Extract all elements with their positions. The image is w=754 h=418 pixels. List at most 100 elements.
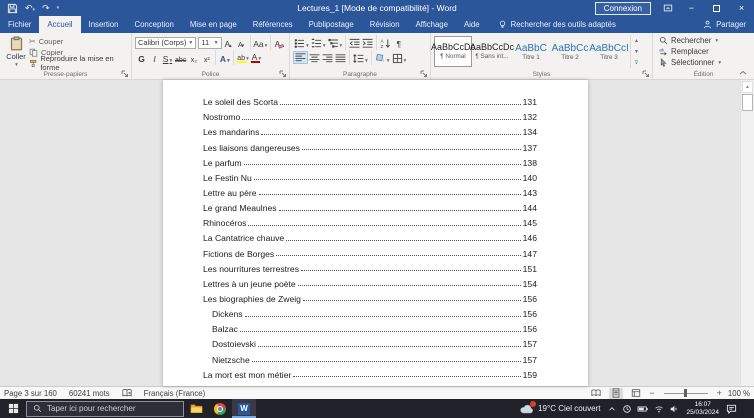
style-card[interactable]: AaBbCcI Titre 3 xyxy=(589,36,628,67)
battery-icon[interactable] xyxy=(637,404,649,414)
clear-formatting-button[interactable]: A xyxy=(273,36,286,49)
underline-button[interactable]: S xyxy=(161,51,174,64)
customize-qat-icon[interactable]: ▾ xyxy=(57,5,60,11)
chrome-icon[interactable] xyxy=(208,399,232,418)
cut-button[interactable]: ✂ Couper xyxy=(29,36,128,46)
ribbon-tab[interactable]: Affichage xyxy=(408,16,456,33)
change-case-button[interactable]: Aa xyxy=(253,36,269,49)
ribbon-tab[interactable]: Insertion xyxy=(81,16,127,33)
font-color-button[interactable]: A xyxy=(250,51,263,64)
toc-entry[interactable]: Les nourritures terrestres 151 xyxy=(203,259,537,274)
styles-scroll-down-icon[interactable]: ▼ xyxy=(631,46,642,57)
scroll-up-icon[interactable]: ▲ xyxy=(742,81,753,93)
toc-entry[interactable]: Lettres à un jeune poète 154 xyxy=(203,274,537,289)
style-card[interactable]: AaBbCc Titre 2 xyxy=(551,36,589,67)
page-indicator[interactable]: Page 3 sur 160 xyxy=(4,389,57,398)
italic-button[interactable]: I xyxy=(148,51,161,64)
toc-entry[interactable]: Lettre au père 143 xyxy=(203,183,537,198)
decrease-indent-button[interactable] xyxy=(348,36,361,49)
select-button[interactable]: Sélectionner xyxy=(659,57,751,68)
subscript-button[interactable]: x₂ xyxy=(187,51,200,64)
ribbon-tab[interactable]: Aide xyxy=(456,16,488,33)
toc-entry[interactable]: Nostromo 132 xyxy=(203,107,537,122)
replace-button[interactable]: ab Remplacer xyxy=(659,46,751,57)
taskbar-weather[interactable]: 19°C Ciel couvert xyxy=(520,400,600,415)
zoom-slider[interactable] xyxy=(663,389,708,397)
maximize-button[interactable] xyxy=(704,0,729,16)
toc-entry[interactable]: Fictions de Borges 147 xyxy=(203,243,537,259)
vertical-scrollbar[interactable]: ▲ xyxy=(740,80,754,386)
toc-entry[interactable]: Dostoievski 157 xyxy=(203,334,537,349)
style-card[interactable]: AaBbCcDc ¶ Sans int... xyxy=(470,36,514,67)
toc-entry[interactable]: Le Festin Nu 140 xyxy=(203,168,537,183)
font-family-select[interactable]: Calibri (Corps) ▼ xyxy=(135,36,197,49)
text-effects-button[interactable]: A xyxy=(218,51,231,64)
show-formatting-marks-button[interactable]: ¶ xyxy=(392,36,405,49)
tray-chevron-up-icon[interactable] xyxy=(607,404,617,414)
toc-entry[interactable]: Les biographies de Zweig 156 xyxy=(203,289,537,304)
scrollbar-thumb[interactable] xyxy=(742,94,753,111)
style-card[interactable]: AaBbCcDc ¶ Normal xyxy=(431,36,475,67)
document-page[interactable]: Le soleil des Scorta 131 Nostromo 132 Le… xyxy=(163,80,588,386)
zoom-out-icon[interactable]: − xyxy=(649,388,654,398)
search-input[interactable] xyxy=(47,404,165,413)
ribbon-tab[interactable]: Références xyxy=(245,16,301,33)
action-center-icon[interactable] xyxy=(726,403,737,414)
ribbon-tab[interactable]: Fichier xyxy=(0,16,39,33)
align-right-button[interactable] xyxy=(321,51,334,64)
sort-button[interactable]: AZ xyxy=(379,36,392,49)
word-count[interactable]: 60241 mots xyxy=(69,389,110,398)
superscript-button[interactable]: x² xyxy=(200,51,213,64)
proofing-icon[interactable] xyxy=(122,388,132,398)
paragraph-dialog-launcher[interactable] xyxy=(420,70,428,78)
minimize-button[interactable]: − xyxy=(679,0,704,16)
start-button[interactable] xyxy=(0,399,26,418)
close-button[interactable]: × xyxy=(729,0,754,16)
align-center-button[interactable] xyxy=(308,51,321,64)
web-layout-button[interactable] xyxy=(629,388,643,399)
language-indicator[interactable]: Français (France) xyxy=(144,389,206,398)
numbering-button[interactable] xyxy=(310,36,327,49)
text-highlight-button[interactable]: ab xyxy=(236,51,250,64)
toc-entry[interactable]: Nietzsche 157 xyxy=(203,349,537,365)
line-spacing-button[interactable] xyxy=(352,51,369,64)
format-painter-button[interactable]: Reproduire la mise en forme xyxy=(29,54,128,72)
ribbon-tab[interactable]: Accueil xyxy=(39,16,81,33)
toc-entry[interactable]: Le parfum 138 xyxy=(203,153,537,168)
clipboard-dialog-launcher[interactable] xyxy=(121,70,129,78)
collapse-ribbon-icon[interactable] xyxy=(738,69,748,77)
styles-scroll-up-icon[interactable]: ▲ xyxy=(631,35,642,46)
strikethrough-button[interactable]: abc xyxy=(174,51,187,64)
toc-entry[interactable]: Dickens 156 xyxy=(203,304,537,319)
increase-indent-button[interactable] xyxy=(361,36,374,49)
styles-dialog-launcher[interactable] xyxy=(642,70,650,78)
align-left-button[interactable] xyxy=(293,51,308,64)
ribbon-tab[interactable]: Mise en page xyxy=(182,16,245,33)
ribbon-tab[interactable]: Conception xyxy=(126,16,181,33)
toc-entry[interactable]: La Cantatrice chauve 146 xyxy=(203,228,537,243)
speaker-icon[interactable] xyxy=(669,404,679,414)
ribbon-tab[interactable]: Révision xyxy=(362,16,408,33)
zoom-slider-thumb[interactable] xyxy=(683,389,687,397)
print-layout-button[interactable] xyxy=(609,387,624,399)
toc-entry[interactable]: La mort est mon métier 159 xyxy=(203,365,537,380)
tray-sync-icon[interactable] xyxy=(622,404,632,414)
read-mode-button[interactable] xyxy=(589,388,603,399)
save-icon[interactable] xyxy=(7,3,18,14)
sign-in-button[interactable]: Connexion xyxy=(594,1,651,15)
toc-entry[interactable]: Le soleil des Scorta 131 xyxy=(203,92,537,107)
toc-entry[interactable]: Rhinocéros 145 xyxy=(203,213,537,228)
bullets-button[interactable] xyxy=(293,36,310,49)
borders-button[interactable] xyxy=(391,51,408,64)
file-explorer-icon[interactable] xyxy=(184,399,208,418)
toc-entry[interactable]: Le grand Meaulnes 144 xyxy=(203,198,537,213)
font-dialog-launcher[interactable] xyxy=(279,70,287,78)
toc-entry[interactable]: Les liaisons dangereuses 137 xyxy=(203,137,537,153)
grow-font-button[interactable]: A ▴ xyxy=(222,36,235,49)
justify-button[interactable] xyxy=(334,51,347,64)
word-icon[interactable]: W xyxy=(232,399,256,418)
font-size-select[interactable]: 11 ▼ xyxy=(198,36,222,49)
shading-button[interactable] xyxy=(374,51,391,64)
toc-entry[interactable]: Balzac 156 xyxy=(203,319,537,334)
bold-button[interactable]: G xyxy=(135,51,148,64)
